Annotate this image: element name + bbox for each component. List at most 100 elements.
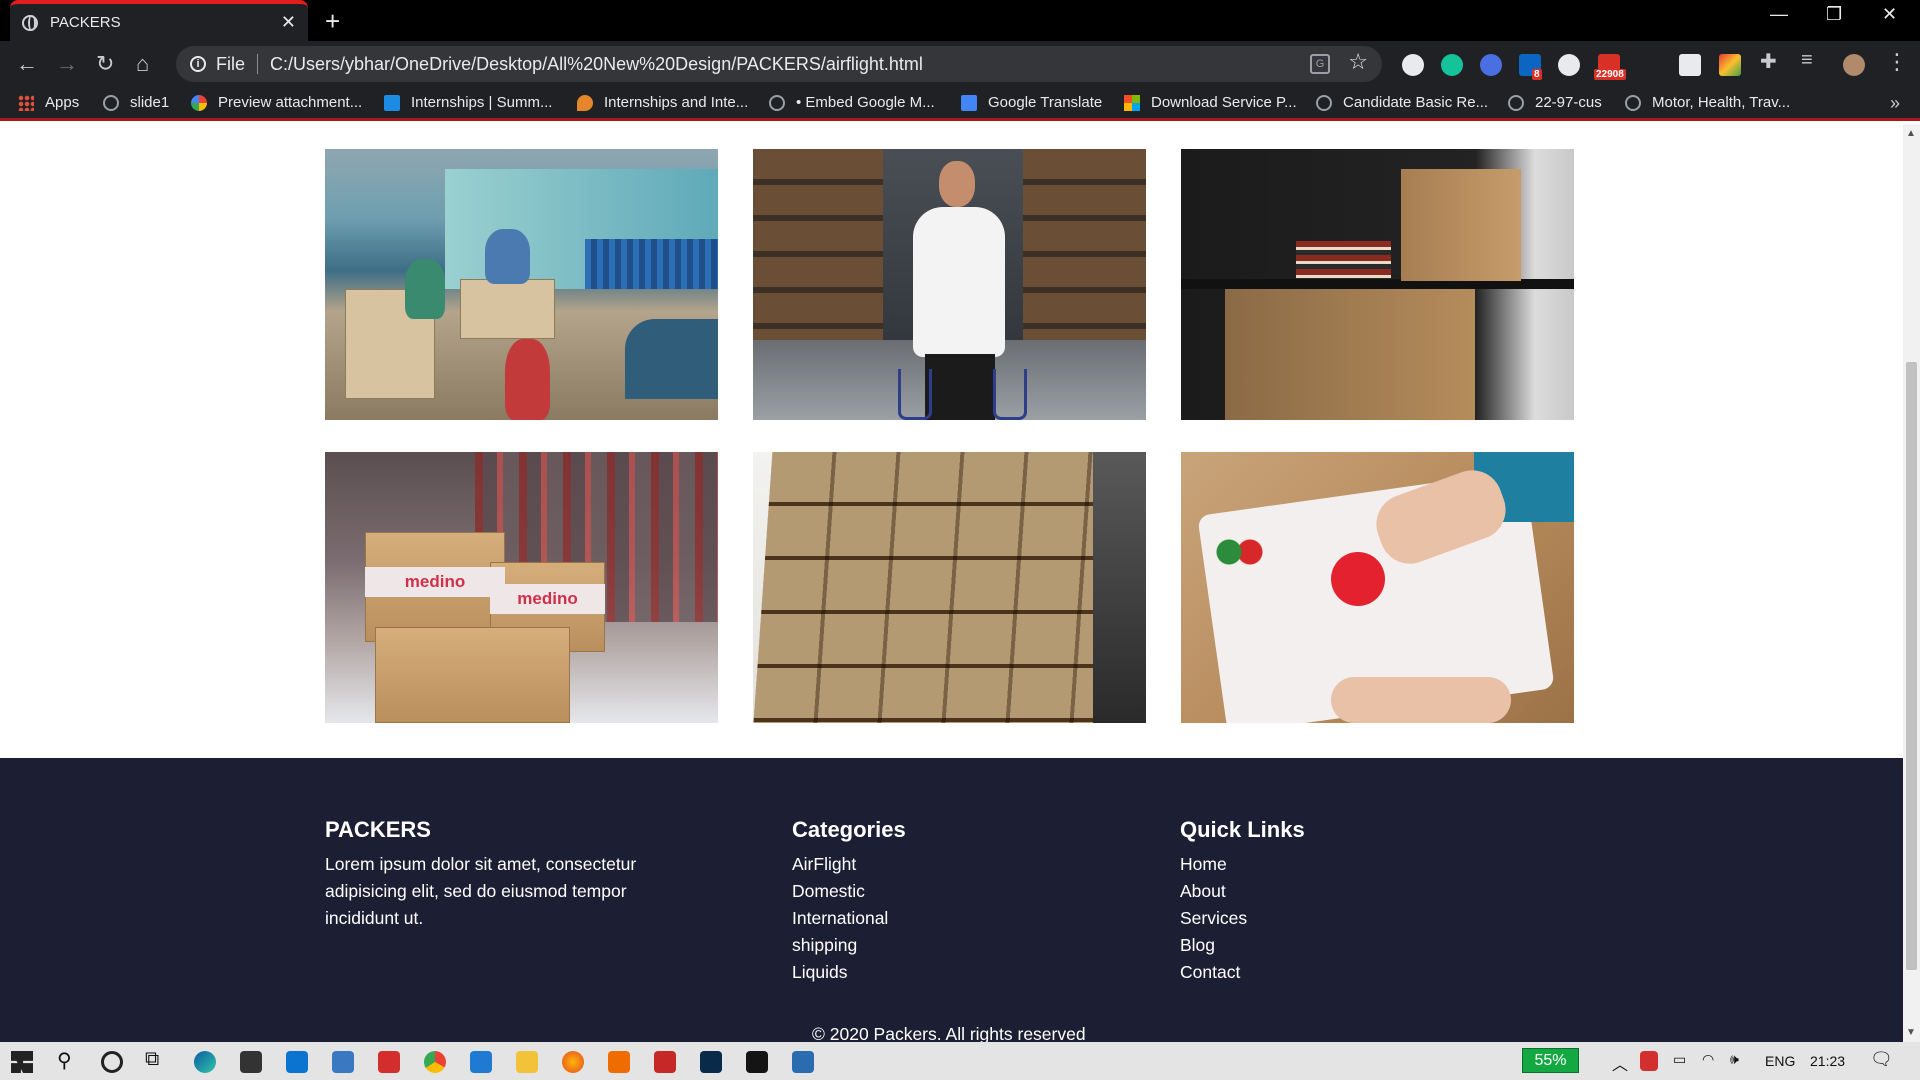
task-view-icon[interactable]: ⧉ (145, 1048, 159, 1071)
speed-icon[interactable] (1558, 54, 1580, 76)
scroll-down-icon[interactable]: ▼ (1906, 1027, 1916, 1038)
back-icon[interactable]: ← (16, 51, 38, 77)
globe-icon (769, 94, 785, 111)
chevron-up-icon[interactable]: ︿ (1612, 1051, 1628, 1075)
bookmark-item[interactable]: Download Service P... (1124, 94, 1297, 111)
more-bookmarks-icon[interactable]: » (1890, 93, 1900, 114)
quick-link-services[interactable]: Services (1180, 905, 1305, 932)
bookmark-item[interactable]: 22-97-cus (1508, 94, 1602, 111)
photo-street-delivery[interactable] (325, 149, 718, 420)
minimize-icon[interactable]: — (1770, 4, 1788, 25)
menu-icon[interactable]: ⋮ (1886, 49, 1908, 75)
bookmark-item[interactable]: Apps (18, 94, 79, 111)
wifi-icon[interactable]: ◠ (1702, 1051, 1714, 1068)
bookmark-label: Apps (45, 94, 80, 111)
app-icon[interactable] (378, 1051, 400, 1073)
app-icon[interactable] (332, 1051, 354, 1073)
translate-icon[interactable]: G (1310, 54, 1330, 74)
tab-title: PACKERS (50, 14, 121, 31)
linkedin-badge: 8 (1532, 69, 1542, 80)
home-icon[interactable]: ⌂ (136, 51, 149, 77)
vscode-icon[interactable] (470, 1051, 492, 1073)
page-viewport: medino medino PACKERS Lorem ipsum dolor … (0, 124, 1903, 1042)
grammarly-icon[interactable] (1441, 54, 1463, 76)
chrome-icon[interactable] (424, 1051, 446, 1073)
info-icon[interactable]: i (190, 56, 206, 72)
extension-icon[interactable] (1480, 54, 1502, 76)
globe-icon (1316, 94, 1332, 111)
footer-brand: PACKERS Lorem ipsum dolor sit amet, cons… (325, 817, 665, 932)
scroll-up-icon[interactable]: ▲ (1906, 128, 1916, 139)
media-queue-icon[interactable]: ≡ (1801, 49, 1813, 72)
photo-stacked-boxes[interactable] (753, 452, 1146, 723)
bookmark-label: Internships and Inte... (604, 94, 749, 111)
puzzle-icon[interactable]: ✚ (1760, 49, 1777, 74)
volume-icon[interactable]: 🕪 (1730, 1051, 1739, 1068)
restore-icon[interactable]: ❐ (1826, 4, 1842, 25)
battery-icon[interactable]: ▭ (1673, 1051, 1686, 1068)
bookmark-item[interactable]: Candidate Basic Re... (1316, 94, 1488, 111)
photo-warehouse-man[interactable] (753, 149, 1146, 420)
browser-tab[interactable]: PACKERS ✕ (10, 0, 308, 41)
antivirus-icon[interactable] (1640, 1051, 1658, 1071)
filezilla-icon[interactable] (654, 1051, 676, 1073)
bookmark-label: 22-97-cus (1535, 94, 1602, 111)
windows-start-icon[interactable] (11, 1051, 33, 1073)
edge-icon[interactable] (194, 1051, 216, 1073)
mail-app-icon[interactable] (286, 1051, 308, 1073)
photo-medino-boxes[interactable]: medino medino (325, 452, 718, 723)
bookmark-item[interactable]: Internships and Inte... (577, 94, 748, 111)
quick-link-about[interactable]: About (1180, 878, 1305, 905)
circle-extension-icon[interactable] (1402, 54, 1424, 76)
color-extension-icon[interactable] (1719, 54, 1741, 76)
notification-icon[interactable]: 🗨 (1870, 1049, 1893, 1070)
search-icon[interactable]: ⚲ (57, 1048, 72, 1073)
firefox-icon[interactable] (562, 1051, 584, 1073)
quick-link-blog[interactable]: Blog (1180, 932, 1305, 959)
scheme-label: File (216, 53, 246, 74)
internshala-icon (384, 94, 400, 111)
sticker-icon (1331, 552, 1385, 606)
quick-link-home[interactable]: Home (1180, 851, 1305, 878)
file-explorer-icon[interactable] (516, 1051, 538, 1073)
reload-icon[interactable]: ↻ (96, 51, 114, 77)
bookmark-item[interactable]: • Embed Google M... (769, 94, 935, 111)
close-tab-icon[interactable]: ✕ (281, 12, 296, 33)
category-link-domestic[interactable]: Domestic (792, 878, 906, 905)
bookmark-label: Preview attachment... (218, 94, 363, 111)
camera-icon[interactable] (1679, 54, 1701, 76)
store-icon[interactable] (240, 1051, 262, 1073)
forward-icon[interactable]: → (56, 51, 78, 77)
quick-link-contact[interactable]: Contact (1180, 959, 1305, 986)
address-bar[interactable]: i File C:/Users/ybhar/OneDrive/Desktop/A… (176, 46, 1382, 82)
bookmark-item[interactable]: Preview attachment... (191, 94, 362, 111)
bookmark-item[interactable]: Google Translate (961, 94, 1102, 111)
bookmark-item[interactable]: Motor, Health, Trav... (1625, 94, 1790, 111)
sublime-icon[interactable] (608, 1051, 630, 1073)
clock[interactable]: 21:23 (1810, 1053, 1845, 1069)
category-link-international[interactable]: International (792, 905, 906, 932)
photo-unboxing[interactable] (1181, 452, 1574, 723)
photos-icon[interactable] (792, 1051, 814, 1073)
battery-indicator[interactable]: 55% (1522, 1048, 1579, 1073)
cortana-icon[interactable] (101, 1051, 123, 1073)
language-indicator[interactable]: ENG (1765, 1053, 1795, 1069)
category-link-shipping[interactable]: shipping (792, 932, 906, 959)
avatar[interactable] (1843, 54, 1865, 76)
url-text[interactable]: C:/Users/ybhar/OneDrive/Desktop/All%20Ne… (270, 54, 923, 75)
new-tab-icon[interactable]: + (325, 6, 340, 37)
bookmark-star-icon[interactable]: ☆ (1348, 49, 1368, 75)
bookmark-label: Motor, Health, Trav... (1652, 94, 1791, 111)
close-window-icon[interactable]: ✕ (1882, 4, 1897, 25)
apps-grid-icon (18, 94, 34, 111)
bookmarks-bar: Apps slide1 Preview attachment... Intern… (0, 87, 1920, 121)
netflix-icon[interactable] (746, 1051, 768, 1073)
scroll-thumb[interactable] (1906, 362, 1917, 970)
bookmark-item[interactable]: slide1 (103, 94, 169, 111)
photoshop-icon[interactable] (700, 1051, 722, 1073)
category-link-liquids[interactable]: Liquids (792, 959, 906, 986)
bookmark-item[interactable]: Internships | Summ... (384, 94, 552, 111)
photo-boxes-shelf[interactable] (1181, 149, 1574, 420)
category-link-airflight[interactable]: AirFlight (792, 851, 906, 878)
globe-icon (1508, 94, 1524, 111)
